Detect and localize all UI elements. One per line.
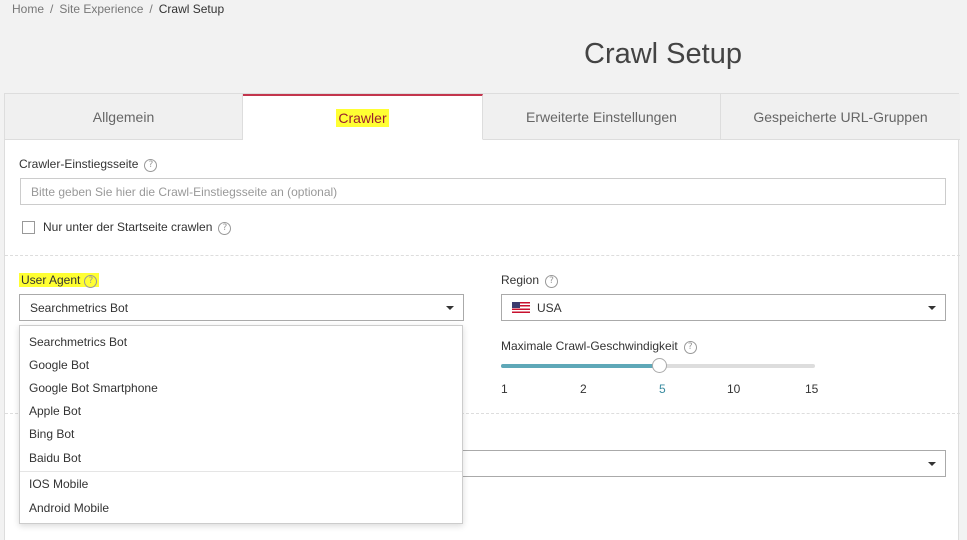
user-agent-option[interactable]: Google Bot Smartphone bbox=[20, 378, 462, 398]
help-icon[interactable]: ? bbox=[683, 341, 697, 354]
checkbox-label-text: Nur unter der Startseite crawlen bbox=[43, 220, 213, 234]
tab-label: Allgemein bbox=[92, 108, 155, 125]
entry-page-label-text: Crawler-Einstiegsseite bbox=[19, 157, 139, 171]
user-agent-label-text: User Agent bbox=[21, 273, 81, 287]
checkbox-label: Nur unter der Startseite crawlen? bbox=[43, 220, 232, 235]
help-icon[interactable]: ? bbox=[144, 159, 158, 172]
chevron-down-icon bbox=[928, 462, 936, 466]
region-select[interactable]: USA bbox=[501, 294, 946, 321]
dropdown-separator bbox=[20, 471, 462, 472]
user-agent-option[interactable]: Google Bot bbox=[20, 355, 462, 375]
breadcrumb-home[interactable]: Home bbox=[12, 2, 44, 16]
chevron-down-icon bbox=[928, 306, 936, 310]
only-below-startpage-checkbox[interactable] bbox=[22, 221, 35, 234]
user-agent-label: User Agent? bbox=[19, 273, 100, 288]
slider-handle[interactable] bbox=[652, 358, 667, 373]
user-agent-option[interactable]: Searchmetrics Bot bbox=[20, 332, 462, 352]
region-label: Region? bbox=[501, 273, 559, 288]
tab-bar: Allgemein Crawler Erweiterte Einstellung… bbox=[5, 94, 960, 140]
crawl-speed-label-text: Maximale Crawl-Geschwindigkeit bbox=[501, 339, 678, 353]
tab-allgemein[interactable]: Allgemein bbox=[5, 94, 243, 140]
slider-fill bbox=[501, 364, 659, 368]
breadcrumb-site-experience[interactable]: Site Experience bbox=[59, 2, 143, 16]
section-divider bbox=[5, 255, 960, 256]
user-agent-option[interactable]: IOS Mobile bbox=[20, 474, 462, 494]
slider-tick: 2 bbox=[580, 382, 587, 396]
slider-tick: 5 bbox=[659, 382, 666, 396]
help-icon[interactable]: ? bbox=[84, 275, 98, 288]
user-agent-select[interactable]: Searchmetrics Bot bbox=[19, 294, 464, 321]
entry-page-label: Crawler-Einstiegsseite? bbox=[19, 157, 158, 172]
slider-tick: 10 bbox=[727, 382, 741, 396]
tab-crawler[interactable]: Crawler bbox=[243, 94, 483, 140]
tab-label: Gespeicherte URL-Gruppen bbox=[753, 108, 928, 125]
breadcrumb: Home / Site Experience / Crawl Setup bbox=[12, 2, 224, 16]
breadcrumb-separator: / bbox=[50, 2, 54, 16]
entry-page-input[interactable] bbox=[20, 178, 946, 205]
tab-label: Crawler bbox=[336, 108, 389, 127]
user-agent-option[interactable]: Bing Bot bbox=[20, 424, 462, 444]
breadcrumb-current: Crawl Setup bbox=[158, 2, 225, 16]
tab-label: Erweiterte Einstellungen bbox=[526, 108, 677, 125]
breadcrumb-separator: / bbox=[149, 2, 153, 16]
user-agent-option[interactable]: Apple Bot bbox=[20, 401, 462, 421]
user-agent-selected-value: Searchmetrics Bot bbox=[30, 300, 129, 315]
slider-tick: 15 bbox=[805, 382, 819, 396]
help-icon[interactable]: ? bbox=[218, 222, 232, 235]
help-icon[interactable]: ? bbox=[545, 275, 559, 288]
slider-tick: 1 bbox=[501, 382, 508, 396]
region-selected-value: USA bbox=[537, 300, 562, 315]
crawl-speed-slider[interactable] bbox=[501, 358, 815, 373]
user-agent-option[interactable]: Baidu Bot bbox=[20, 448, 462, 468]
crawl-speed-label: Maximale Crawl-Geschwindigkeit? bbox=[501, 339, 697, 354]
tab-gespeicherte-url-gruppen[interactable]: Gespeicherte URL-Gruppen bbox=[721, 94, 960, 140]
page-title: Crawl Setup bbox=[584, 38, 742, 70]
user-agent-dropdown: Searchmetrics Bot Google Bot Google Bot … bbox=[19, 325, 463, 524]
tab-erweiterte-einstellungen[interactable]: Erweiterte Einstellungen bbox=[483, 94, 721, 140]
us-flag-icon bbox=[512, 302, 530, 313]
user-agent-option[interactable]: Android Mobile bbox=[20, 498, 462, 518]
chevron-down-icon bbox=[446, 306, 454, 310]
region-label-text: Region bbox=[501, 273, 540, 287]
